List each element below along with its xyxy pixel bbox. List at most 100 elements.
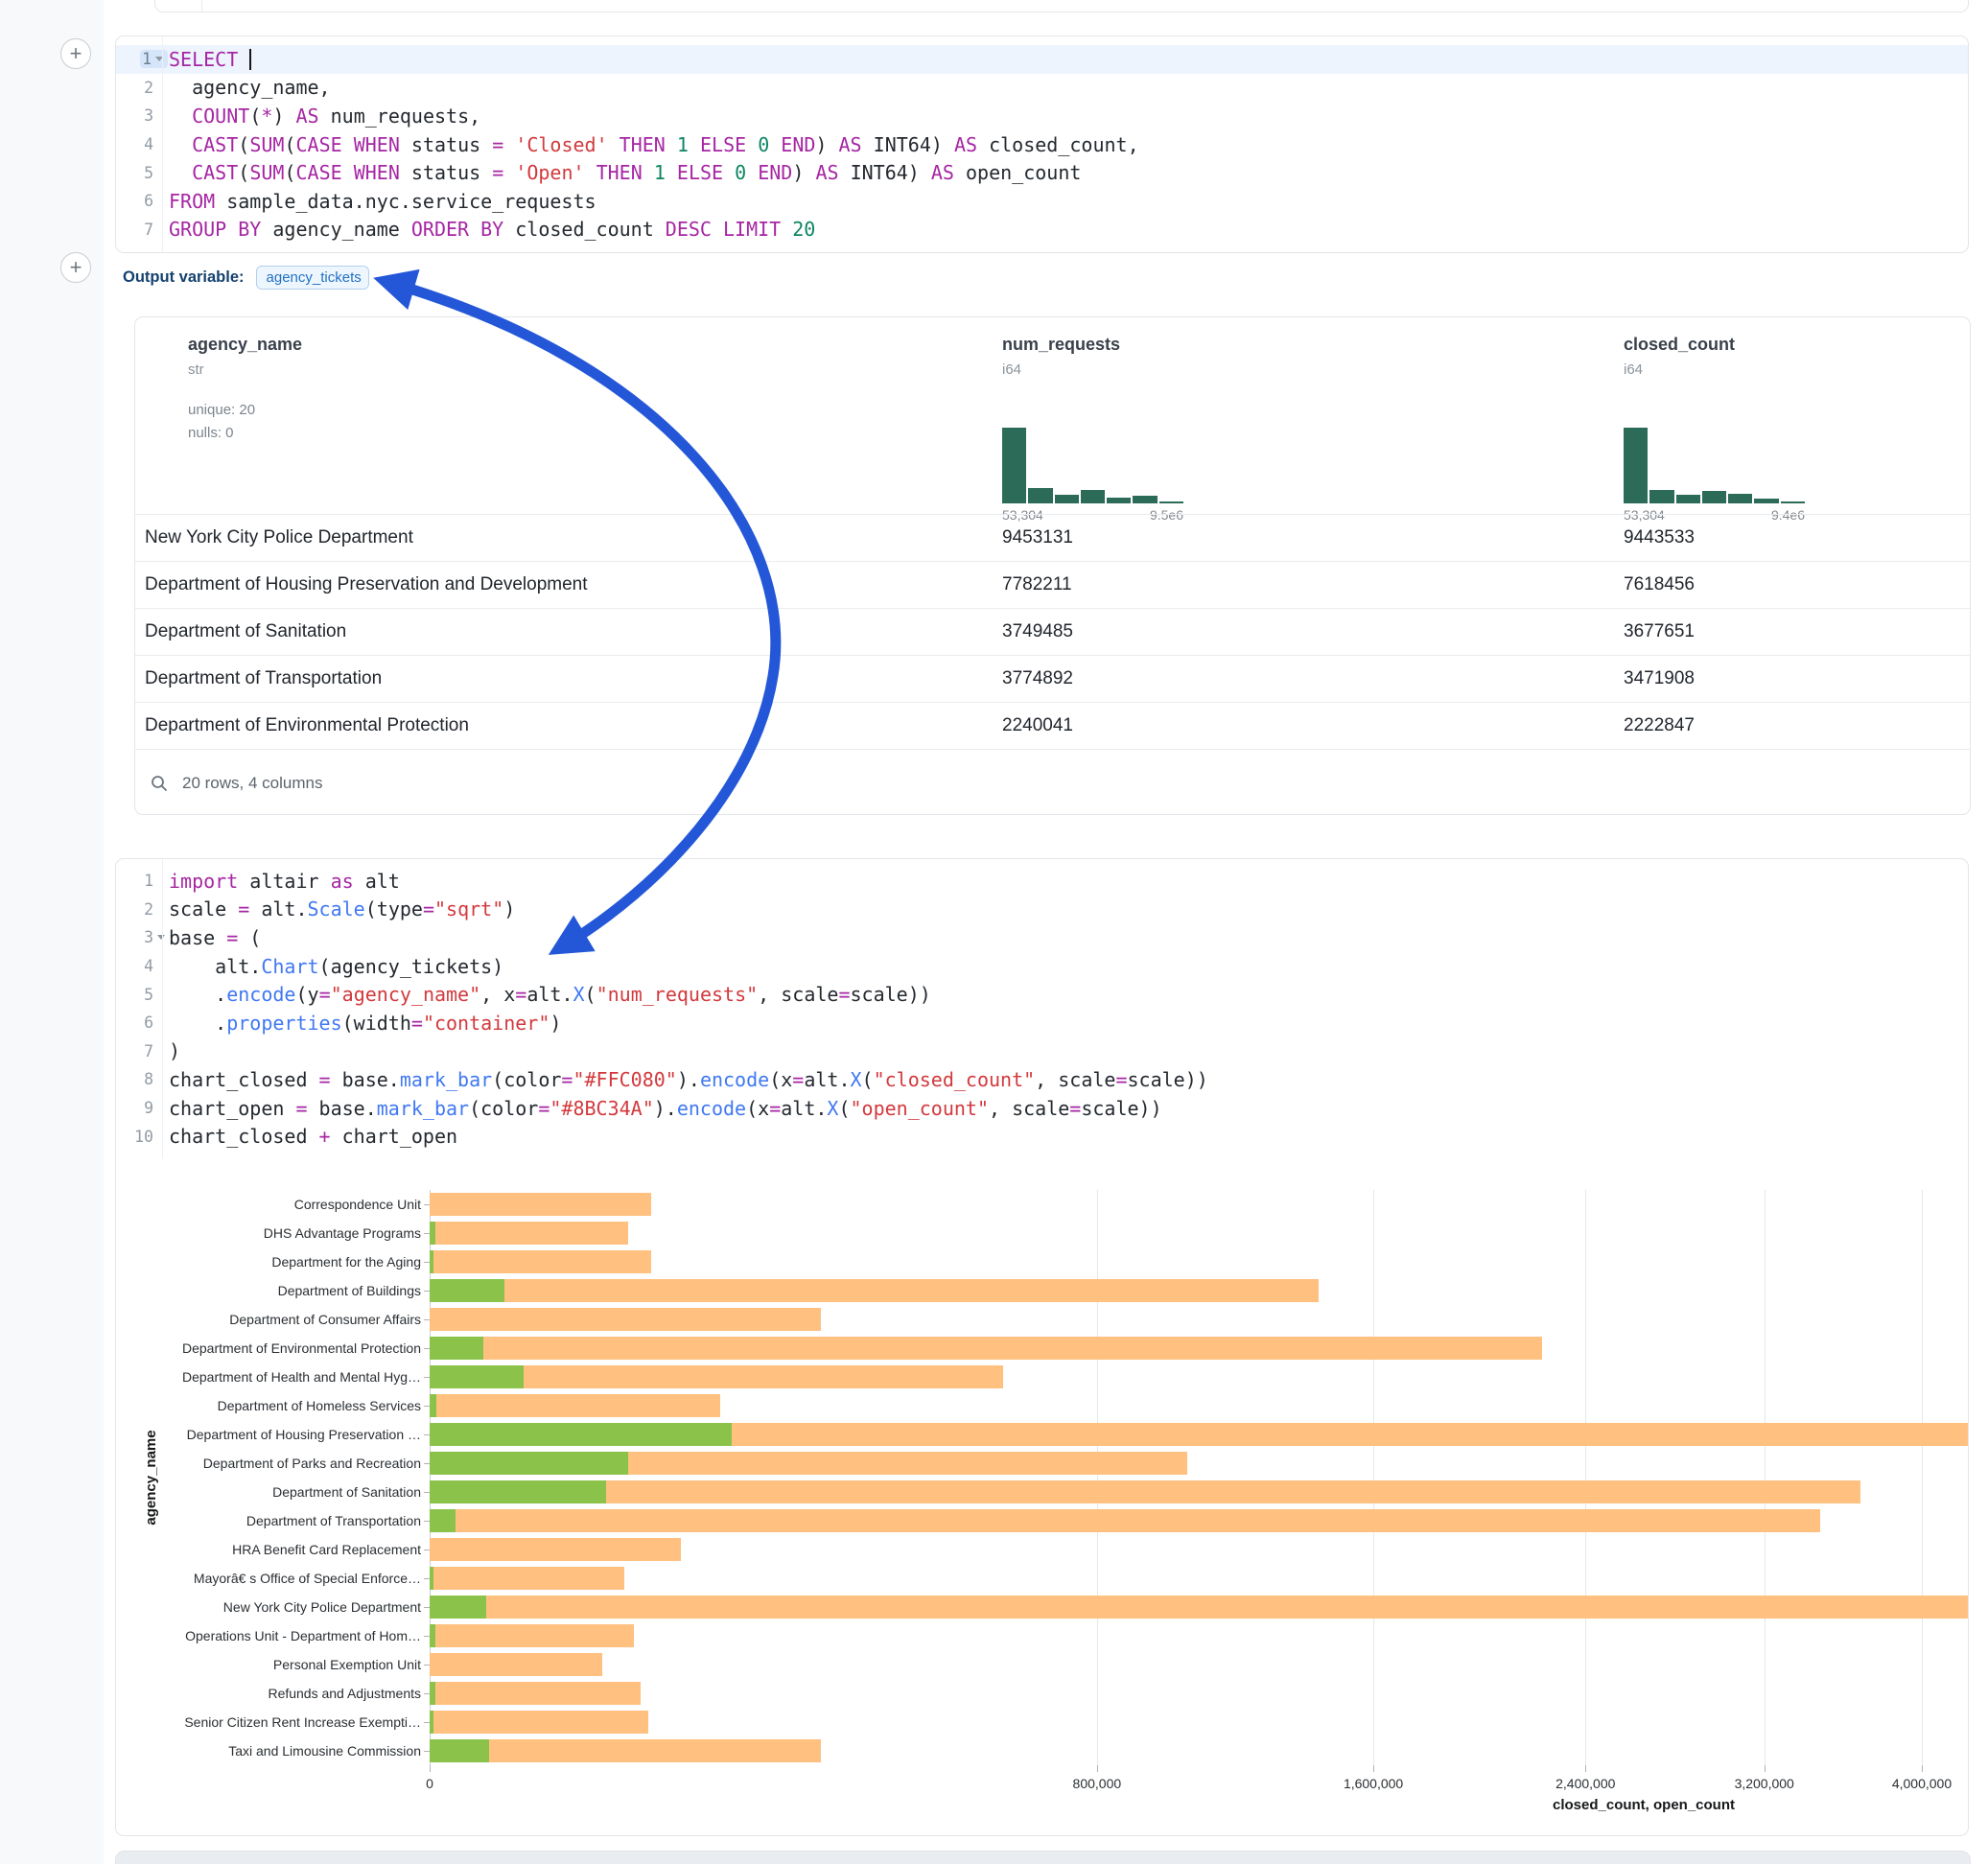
histogram-bar (1754, 499, 1778, 503)
column-header-agency-name[interactable]: agency_name (188, 335, 302, 355)
code-line[interactable]: 7GROUP BY agency_name ORDER BY closed_co… (116, 216, 1968, 245)
bar-closed-count[interactable] (430, 1394, 720, 1417)
code-token: ( (284, 161, 295, 184)
bar-chart: closed_count, open_count agency_name 080… (116, 859, 1968, 1835)
code-token: WHEN (354, 133, 400, 156)
search-icon[interactable] (150, 774, 169, 793)
sql-editor[interactable]: 1SELECT 2 agency_name,3 COUNT(*) AS num_… (115, 35, 1969, 253)
y-axis-label: Senior Citizen Rent Increase Exempti… (116, 1708, 421, 1736)
y-axis-label: Department of Housing Preservation … (116, 1420, 421, 1449)
code-token: THEN (620, 133, 666, 156)
y-axis-label: Operations Unit - Department of Hom… (116, 1621, 421, 1650)
bar-closed-count[interactable] (430, 1596, 1969, 1619)
bar-closed-count[interactable] (430, 1337, 1542, 1360)
code-token: 'Closed' (515, 133, 607, 156)
code-token: = (492, 133, 503, 156)
bar-closed-count[interactable] (430, 1193, 651, 1216)
bar-open-count[interactable] (430, 1711, 433, 1734)
bar-open-count[interactable] (430, 1452, 628, 1475)
code-token: num_requests, (319, 105, 481, 128)
x-axis-tick (1922, 1765, 1923, 1772)
bar-open-count[interactable] (430, 1480, 606, 1503)
code-token (169, 105, 192, 128)
table-cell: 7618456 (1624, 562, 1695, 608)
bar-open-count[interactable] (430, 1337, 483, 1360)
bar-closed-count[interactable] (430, 1567, 624, 1590)
bar-open-count[interactable] (430, 1509, 456, 1532)
bar-open-count[interactable] (430, 1423, 732, 1446)
code-line[interactable]: 5 CAST(SUM(CASE WHEN status = 'Open' THE… (116, 158, 1968, 187)
add-cell-button[interactable]: + (60, 38, 91, 69)
histogram-bar (1649, 490, 1673, 503)
code-line[interactable]: 3 COUNT(*) AS num_requests, (116, 102, 1968, 130)
bar-closed-count[interactable] (430, 1538, 681, 1561)
bar-closed-count[interactable] (430, 1711, 648, 1734)
code-token: SUM (249, 133, 284, 156)
bar-closed-count[interactable] (430, 1308, 821, 1331)
code-line[interactable]: 2 agency_name, (116, 74, 1968, 103)
chart-bar-row (430, 1593, 1968, 1621)
output-variable-pill[interactable]: agency_tickets (256, 266, 369, 290)
table-cell: 9443533 (1624, 515, 1695, 561)
code-token: CASE (295, 161, 341, 184)
bar-open-count[interactable] (430, 1222, 435, 1245)
table-cell: Department of Environmental Protection (145, 703, 469, 749)
code-token: 1 (654, 161, 666, 184)
y-axis-label: Department of Transportation (116, 1506, 421, 1535)
code-token (666, 133, 677, 156)
code-token: status (400, 133, 492, 156)
column-header-closed-count[interactable]: closed_count (1624, 335, 1735, 355)
code-token: LIMIT (723, 218, 781, 241)
bar-open-count[interactable] (430, 1567, 433, 1590)
column-stat-unique: unique: 20 (188, 402, 255, 418)
histogram-bar (1081, 490, 1105, 503)
code-token (746, 161, 758, 184)
code-token (503, 133, 515, 156)
bar-open-count[interactable] (430, 1596, 486, 1619)
code-token: SUM (249, 161, 284, 184)
bar-open-count[interactable] (430, 1365, 524, 1388)
code-token: 0 (758, 133, 769, 156)
bar-open-count[interactable] (430, 1739, 489, 1762)
y-axis-label: New York City Police Department (116, 1593, 421, 1621)
x-axis-tick (1765, 1765, 1766, 1772)
bar-open-count[interactable] (430, 1279, 504, 1302)
chart-bar-row (430, 1650, 1968, 1679)
histogram-bar (1728, 494, 1752, 503)
bar-closed-count[interactable] (430, 1279, 1319, 1302)
bar-closed-count[interactable] (430, 1682, 641, 1705)
bar-closed-count[interactable] (430, 1653, 602, 1676)
code-token: status (400, 161, 492, 184)
bar-closed-count[interactable] (430, 1480, 1860, 1503)
bar-closed-count[interactable] (430, 1624, 634, 1647)
bar-closed-count[interactable] (430, 1222, 628, 1245)
y-axis-label: Department of Parks and Recreation (116, 1449, 421, 1478)
table-cell: Department of Sanitation (145, 609, 346, 655)
bar-open-count[interactable] (430, 1394, 436, 1417)
bar-open-count[interactable] (430, 1624, 435, 1647)
code-token (712, 218, 723, 241)
python-cell: 1import altair as alt2scale = alt.Scale(… (115, 858, 1969, 1836)
next-cell-fragment[interactable] (115, 1851, 1971, 1864)
bar-open-count[interactable] (430, 1250, 433, 1273)
table-cell: 9453131 (1002, 515, 1073, 561)
code-line[interactable]: 1SELECT (116, 45, 1968, 74)
chart-bar-row (430, 1190, 1968, 1219)
bar-closed-count[interactable] (430, 1509, 1820, 1532)
column-header-num-requests[interactable]: num_requests (1002, 335, 1120, 355)
y-axis-label: Department for the Aging (116, 1247, 421, 1276)
chart-bar-row (430, 1391, 1968, 1420)
code-token: AS (839, 133, 862, 156)
bar-open-count[interactable] (430, 1682, 435, 1705)
code-line[interactable]: 4 CAST(SUM(CASE WHEN status = 'Closed' T… (116, 130, 1968, 159)
code-token: AS (954, 133, 977, 156)
code-line[interactable]: 6FROM sample_data.nyc.service_requests (116, 187, 1968, 216)
add-cell-button[interactable]: + (60, 252, 91, 283)
histogram-bar (1702, 491, 1726, 503)
bar-closed-count[interactable] (430, 1250, 651, 1273)
y-axis-label: Personal Exemption Unit (116, 1650, 421, 1679)
code-token (769, 133, 781, 156)
y-axis-label: Department of Consumer Affairs (116, 1305, 421, 1334)
y-axis-label: Refunds and Adjustments (116, 1679, 421, 1708)
table-row: Department of Housing Preservation and D… (135, 561, 1970, 608)
